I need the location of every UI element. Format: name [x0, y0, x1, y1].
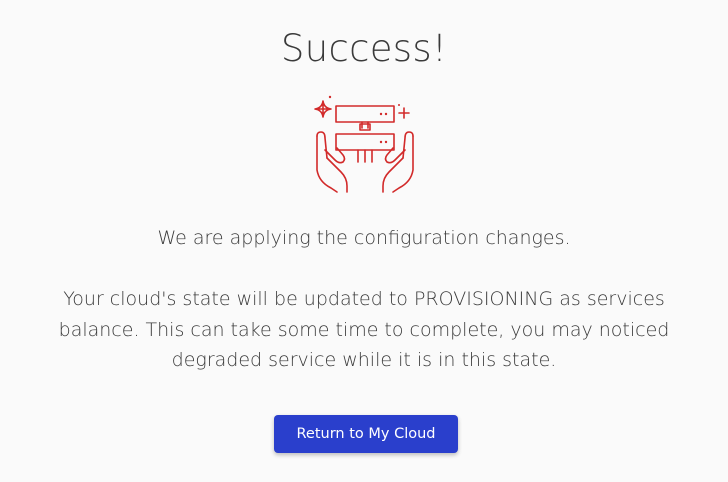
return-to-my-cloud-button[interactable]: Return to My Cloud	[274, 415, 458, 453]
page-title: Success!	[280, 27, 448, 70]
hands-holding-server-icon	[311, 92, 419, 196]
success-page: Success! We are applying the configurati…	[0, 0, 728, 482]
detail-message: Your cloud's state will be updated to PR…	[58, 288, 670, 371]
status-message: We are applying the configuration change…	[157, 227, 571, 249]
